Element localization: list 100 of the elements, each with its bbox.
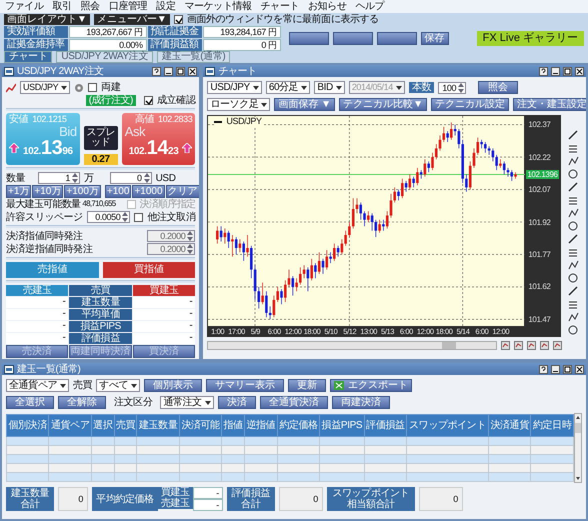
select-all-button[interactable]: 全選択 — [6, 396, 54, 409]
checkbox[interactable] — [174, 15, 183, 24]
spinner-icon[interactable] — [458, 82, 464, 92]
app-icon — [4, 364, 14, 374]
low-label: 安値 — [9, 114, 28, 125]
window-tab[interactable]: チャート — [4, 51, 52, 63]
quick-button[interactable] — [332, 32, 373, 45]
help-icon[interactable] — [539, 364, 548, 374]
chart-tool-icon[interactable] — [567, 181, 580, 193]
window-tab[interactable]: 建玉一覧(通常) — [156, 51, 230, 63]
chart-tool-icon[interactable] — [567, 233, 580, 245]
chart-tool-icon[interactable] — [567, 220, 580, 232]
menu-item[interactable]: マーケット情報 — [184, 1, 252, 12]
units-field[interactable]: 0 — [110, 172, 152, 184]
close-icon[interactable] — [575, 364, 584, 374]
checkbox[interactable] — [88, 83, 98, 92]
toolbar-button[interactable]: サマリー表示 — [206, 379, 284, 392]
spinner-icon[interactable] — [122, 212, 128, 222]
spinner-icon[interactable] — [144, 173, 150, 183]
help-icon[interactable] — [152, 66, 162, 76]
clear-button[interactable]: クリア — [166, 185, 200, 198]
scrollbar[interactable] — [207, 341, 498, 350]
maximize-icon[interactable] — [176, 66, 186, 76]
chart-tool-icon[interactable] — [567, 311, 580, 323]
window-tab[interactable]: USD/JPY 2WAY注文 — [56, 51, 153, 63]
menu-item[interactable]: ヘルプ — [355, 1, 384, 12]
chart-tool-icon[interactable] — [540, 341, 550, 350]
checkbox[interactable] — [144, 96, 153, 105]
chart-tool-icon[interactable] — [567, 168, 580, 180]
maximize-icon[interactable] — [563, 66, 572, 76]
chart-tool-icon[interactable] — [553, 341, 562, 350]
menu-item[interactable]: チャート — [260, 1, 300, 12]
chart-type-select[interactable]: ローソク足 — [207, 98, 270, 111]
chart-tool-icon[interactable] — [567, 207, 580, 219]
chart-button[interactable]: 画面保存 ▼ — [274, 98, 336, 111]
query-button[interactable]: 照会 — [478, 81, 518, 94]
chart-button[interactable]: テクニカル比較▼ — [339, 98, 427, 111]
menu-bar-button[interactable]: メニューバー▼ — [94, 14, 170, 25]
pair-filter-select[interactable]: 全通貨ペア — [6, 379, 70, 392]
close-icon[interactable] — [575, 66, 584, 76]
quantity-field[interactable]: 1 — [38, 172, 80, 184]
order-type-select[interactable]: 通常注文 — [160, 396, 214, 409]
quick-button[interactable] — [376, 32, 417, 45]
bid-panel[interactable]: 安値 102.1215 Bid 102.1396 — [6, 113, 80, 165]
add-amount-button[interactable]: +1万 — [6, 185, 32, 198]
pair-select[interactable]: USD/JPY — [207, 81, 262, 94]
slippage-field[interactable]: 0.0050 — [86, 211, 130, 223]
close-icon[interactable] — [188, 66, 198, 76]
quick-button[interactable] — [288, 32, 329, 45]
menu-item[interactable]: 取引 — [52, 1, 72, 12]
add-amount-button[interactable]: +1000 — [132, 185, 165, 198]
menu-item[interactable]: ファイル — [5, 1, 44, 12]
date-select[interactable]: 2014/05/14 — [348, 81, 405, 94]
menu-item[interactable]: 照会 — [80, 1, 100, 12]
add-amount-button[interactable]: +10万 — [32, 185, 64, 198]
chart-tool-icon[interactable] — [527, 341, 536, 350]
minimize-icon[interactable] — [164, 66, 174, 76]
chart-tool-icon[interactable] — [567, 324, 580, 336]
clear-all-button[interactable]: 全解除 — [58, 396, 106, 409]
minimize-icon[interactable] — [551, 364, 560, 374]
count-field[interactable]: 100 — [438, 82, 466, 94]
add-amount-button[interactable]: +100万 — [64, 185, 101, 198]
pair-select[interactable]: USD/JPY — [20, 81, 70, 94]
ask-panel[interactable]: 高値 102.2833 Ask 102.1423 — [122, 113, 196, 165]
settle-button[interactable]: 全通貨決済 — [260, 396, 328, 409]
spinner-icon[interactable] — [72, 173, 78, 183]
help-icon[interactable] — [539, 66, 548, 76]
maximize-icon[interactable] — [563, 364, 572, 374]
chart-tool-icon[interactable] — [567, 285, 580, 297]
menu-item[interactable]: 口座管理 — [108, 1, 148, 12]
chart-button[interactable]: 注文・建玉設定 — [512, 98, 586, 111]
sell-button[interactable]: 売指値 — [6, 262, 99, 278]
layout-button[interactable]: 画面レイアウト▼ — [4, 14, 90, 25]
price-type-select[interactable]: BID — [314, 81, 345, 94]
add-amount-button[interactable]: +100 — [104, 185, 132, 198]
side-filter-select[interactable]: すべて — [96, 379, 140, 392]
menu-item[interactable]: 設定 — [156, 1, 176, 12]
menu-item[interactable]: お知らせ — [308, 1, 346, 12]
export-button[interactable]: エクスポート — [330, 379, 412, 392]
column-header: 選択 — [91, 414, 114, 436]
settings-icon[interactable] — [74, 82, 84, 92]
minimize-icon[interactable] — [551, 66, 560, 76]
chart-tool-icon[interactable] — [567, 129, 580, 141]
checkbox[interactable] — [134, 212, 144, 222]
chart-tool-icon[interactable] — [514, 341, 524, 350]
save-button[interactable]: 保存 — [420, 32, 449, 45]
chart-tool-icon[interactable] — [501, 341, 510, 350]
buy-button[interactable]: 買指値 — [102, 262, 196, 278]
gallery-button[interactable]: FX Live ギャラリー — [476, 31, 584, 46]
chart-tool-icon[interactable] — [567, 155, 580, 167]
toolbar-button[interactable]: 更新 — [288, 379, 326, 392]
toolbar-button[interactable]: 個別表示 — [144, 379, 202, 392]
chart-button[interactable]: テクニカル設定 — [430, 98, 509, 111]
period-select[interactable]: 60分足 — [266, 81, 310, 94]
settle-button[interactable]: 両建決済 — [332, 396, 390, 409]
settle-button[interactable]: 決済 — [218, 396, 256, 409]
chart-tool-icon[interactable] — [567, 272, 580, 284]
max-quantity-value: 48,710,655 — [82, 200, 116, 209]
chart-tool-icon[interactable] — [567, 259, 580, 271]
scrollbar[interactable] — [574, 413, 582, 483]
